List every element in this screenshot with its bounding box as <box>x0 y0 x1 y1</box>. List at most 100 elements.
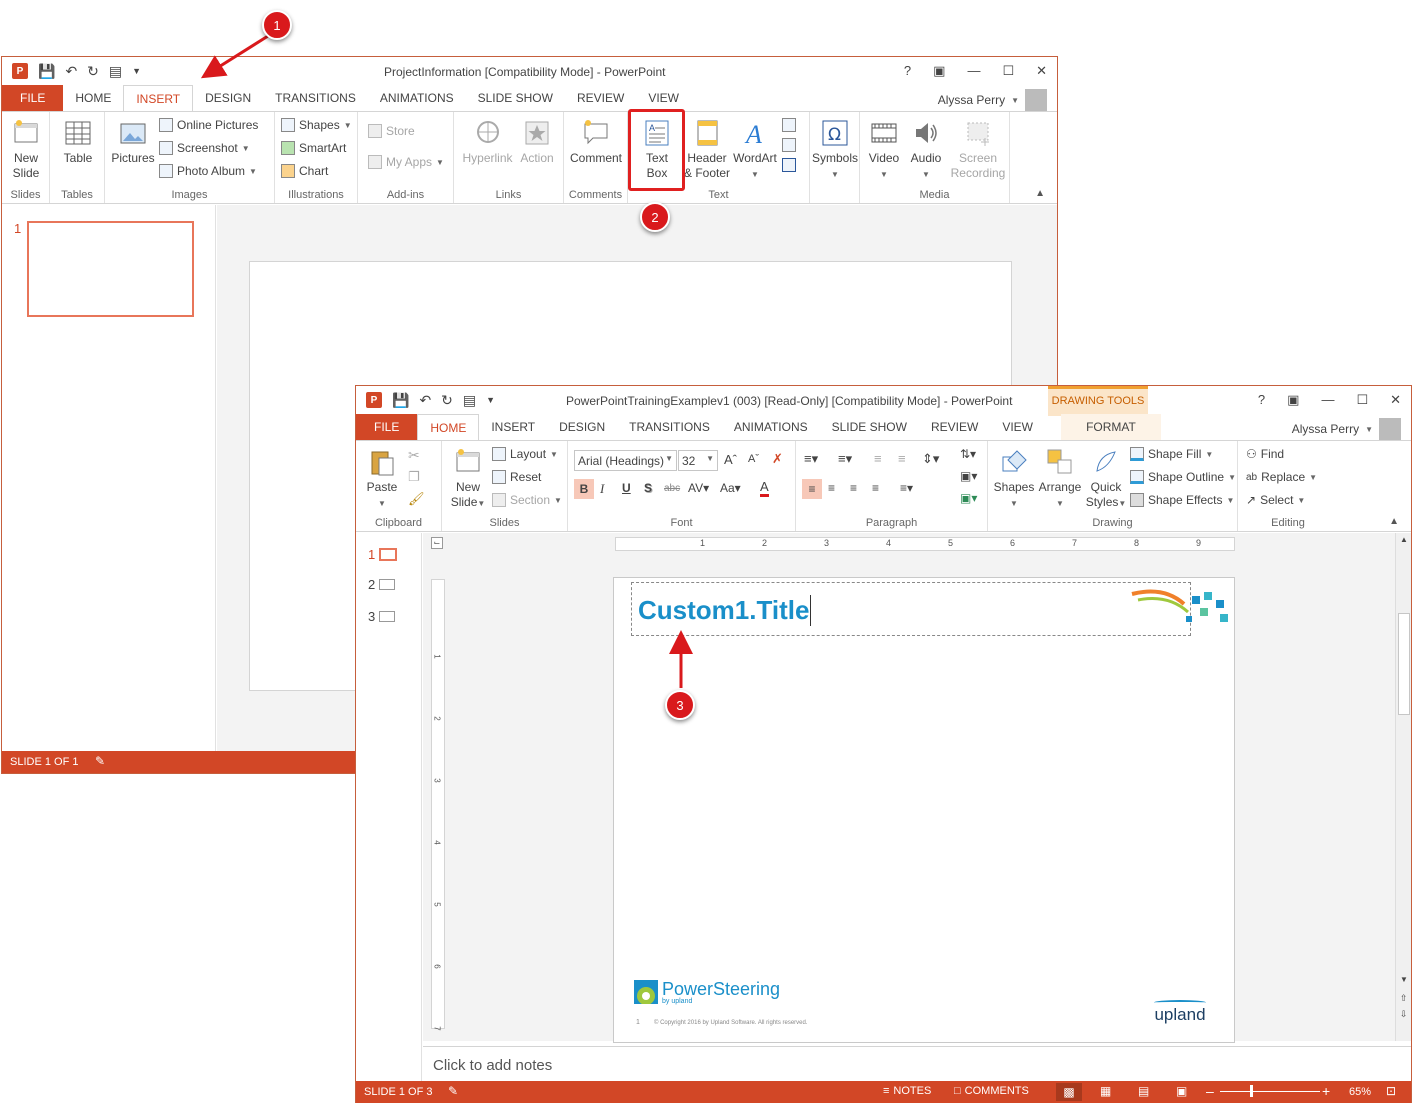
font-name-dropdown[interactable]: Arial (Headings) ▼ <box>574 450 677 471</box>
columns-icon[interactable]: ≡▾ <box>900 481 913 495</box>
align-text-icon[interactable]: ▣▾ <box>960 469 977 483</box>
scroll-down-icon[interactable]: ▼ <box>1400 975 1408 984</box>
format-painter-icon[interactable]: 🖌 <box>408 491 425 507</box>
find-button[interactable]: ⚇ Find <box>1246 447 1284 461</box>
italic-icon[interactable]: I <box>600 481 604 497</box>
store-button[interactable]: Store <box>368 124 415 138</box>
screen-recording-button[interactable]: Screen Recording <box>948 118 1008 181</box>
select-button[interactable]: ↗ Select ▼ <box>1246 493 1305 507</box>
chart-button[interactable]: Chart <box>281 164 328 178</box>
start-from-beginning-icon[interactable]: ▤ <box>109 63 122 79</box>
previous-slide-icon[interactable]: ⇧ <box>1400 993 1408 1004</box>
tab-slide-show[interactable]: SLIDE SHOW <box>466 85 565 111</box>
normal-view-icon[interactable]: ▩ <box>1056 1083 1082 1101</box>
center-icon[interactable]: ≡ <box>828 481 835 495</box>
tab-home[interactable]: HOME <box>417 414 480 440</box>
paste-button[interactable]: Paste ▼ <box>360 447 404 511</box>
object-button[interactable] <box>782 158 796 172</box>
help-icon[interactable]: ? <box>904 63 911 79</box>
tab-format[interactable]: FORMAT <box>1060 414 1161 440</box>
redo-icon[interactable]: ↻ <box>87 63 99 79</box>
notes-pane[interactable]: Click to add notes <box>423 1046 1411 1081</box>
layout-button[interactable]: Layout ▼ <box>492 447 558 461</box>
undo-icon[interactable]: ↶ <box>65 63 77 79</box>
maximize-icon[interactable]: ☐ <box>1002 63 1014 79</box>
collapse-ribbon-icon[interactable]: ▲ <box>1035 188 1045 199</box>
bold-icon[interactable]: B <box>574 479 594 499</box>
hyperlink-button[interactable]: Hyperlink <box>460 118 515 166</box>
action-button[interactable]: Action <box>516 118 558 166</box>
tab-insert[interactable]: INSERT <box>479 414 547 440</box>
pictures-button[interactable]: Pictures <box>109 118 157 166</box>
scroll-thumb[interactable] <box>1398 613 1410 715</box>
save-icon[interactable]: 💾 <box>38 63 55 79</box>
help-icon[interactable]: ? <box>1258 392 1265 408</box>
font-size-dropdown[interactable]: 32 ▼ <box>678 450 718 471</box>
underline-icon[interactable]: U <box>622 481 631 495</box>
thumb-row[interactable]: 1 <box>368 547 398 562</box>
ribbon-display-icon[interactable]: ▣ <box>1287 392 1299 408</box>
tab-animations[interactable]: ANIMATIONS <box>722 414 820 440</box>
quick-styles-button[interactable]: Quick Styles▼ <box>1084 447 1128 511</box>
tab-view[interactable]: VIEW <box>990 414 1045 440</box>
zoom-slider[interactable] <box>1220 1085 1320 1097</box>
align-right-icon[interactable]: ≡ <box>850 481 857 495</box>
header-footer-button[interactable]: Header & Footer <box>682 118 732 181</box>
spell-check-icon[interactable]: ✎ <box>448 1084 458 1098</box>
slide-show-icon[interactable]: ▣ <box>1176 1084 1187 1098</box>
video-button[interactable]: Video ▼ <box>864 118 904 182</box>
tab-selector[interactable]: ⌙ <box>431 537 443 549</box>
text-direction-icon[interactable]: ⇅▾ <box>960 447 976 461</box>
shapes-button[interactable]: Shapes ▼ <box>281 118 352 132</box>
tab-slide-show[interactable]: SLIDE SHOW <box>820 414 919 440</box>
strikethrough-icon[interactable]: abc <box>664 483 680 494</box>
increase-font-icon[interactable]: Aˆ <box>724 452 737 467</box>
spell-check-icon[interactable]: ✎ <box>95 754 105 768</box>
font-color-icon[interactable]: A <box>760 479 769 497</box>
zoom-in-icon[interactable]: + <box>1322 1083 1330 1099</box>
smartart-button[interactable]: SmartArt <box>281 141 346 155</box>
customize-qat-icon[interactable]: ▼ <box>132 63 141 79</box>
fit-to-window-icon[interactable]: ⊡ <box>1386 1084 1396 1098</box>
tab-view[interactable]: VIEW <box>636 85 691 111</box>
user-account[interactable]: Alyssa Perry ▼ <box>938 89 1047 111</box>
start-from-beginning-icon[interactable]: ▤ <box>463 392 476 408</box>
shapes-button[interactable]: Shapes ▼ <box>992 447 1036 511</box>
comment-button[interactable]: Comment <box>568 118 624 166</box>
tab-transitions[interactable]: TRANSITIONS <box>263 85 368 111</box>
comments-button[interactable]: □ COMMENTS <box>954 1085 1029 1097</box>
shape-outline-button[interactable]: Shape Outline ▼ <box>1130 470 1236 484</box>
close-icon[interactable]: ✕ <box>1390 392 1401 408</box>
copy-icon[interactable]: ❐ <box>408 469 420 485</box>
justify-icon[interactable]: ≡ <box>872 481 879 495</box>
tab-design[interactable]: DESIGN <box>193 85 263 111</box>
maximize-icon[interactable]: ☐ <box>1356 392 1368 408</box>
online-pictures-button[interactable]: Online Pictures <box>159 118 258 132</box>
date-time-button[interactable] <box>782 118 796 132</box>
shape-fill-button[interactable]: Shape Fill ▼ <box>1130 447 1213 461</box>
slide-thumbnail[interactable] <box>27 221 194 317</box>
user-account[interactable]: Alyssa Perry ▼ <box>1292 418 1401 440</box>
table-button[interactable]: Table <box>58 118 98 166</box>
tab-review[interactable]: REVIEW <box>919 414 990 440</box>
save-icon[interactable]: 💾 <box>392 392 409 408</box>
zoom-thumb[interactable] <box>1250 1085 1253 1097</box>
undo-icon[interactable]: ↶ <box>419 392 431 408</box>
convert-smartart-icon[interactable]: ▣▾ <box>960 491 977 505</box>
zoom-out-icon[interactable]: – <box>1206 1083 1214 1099</box>
reset-button[interactable]: Reset <box>492 470 541 484</box>
change-case-icon[interactable]: Aa▾ <box>720 481 741 495</box>
slide-number-button[interactable] <box>782 138 796 152</box>
shadow-icon[interactable]: S <box>644 481 652 495</box>
vertical-scrollbar[interactable]: ▲ ▼ ⇧ ⇩ <box>1395 533 1411 1041</box>
increase-indent-icon[interactable]: ≡ <box>898 451 906 466</box>
replace-button[interactable]: ab Replace ▼ <box>1246 470 1317 484</box>
tab-insert[interactable]: INSERT <box>123 85 194 111</box>
audio-button[interactable]: Audio ▼ <box>906 118 946 182</box>
photo-album-button[interactable]: Photo Album ▼ <box>159 164 257 178</box>
title-placeholder[interactable]: Custom1.Title <box>631 582 1191 636</box>
notes-button[interactable]: ≡ NOTES <box>883 1085 931 1097</box>
zoom-level[interactable]: 65% <box>1349 1086 1371 1098</box>
customize-qat-icon[interactable]: ▼ <box>486 392 495 408</box>
wordart-button[interactable]: A WordArt ▼ <box>732 118 778 182</box>
